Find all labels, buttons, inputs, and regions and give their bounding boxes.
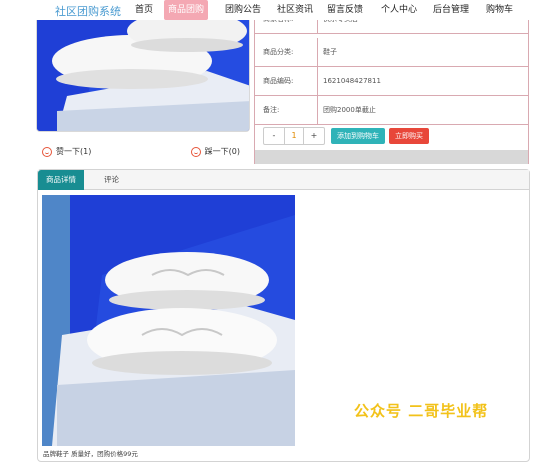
purchase-actions: - 1 + 添加到购物车 立即购买 bbox=[255, 124, 528, 150]
product-info-table: 商家名称: 快乐专卖店 商品分类: 鞋子 商品编码: 1621048427811… bbox=[254, 0, 529, 164]
detail-product-image bbox=[42, 195, 295, 446]
nav-item-community-news[interactable]: 社区资讯 bbox=[273, 0, 317, 20]
info-row-remark: 备注: 团购2000单截止 bbox=[255, 96, 528, 125]
smile-icon bbox=[42, 146, 52, 157]
product-image bbox=[37, 1, 249, 131]
nav-item-admin[interactable]: 后台管理 bbox=[429, 0, 473, 20]
like-button[interactable]: 赞一下(1) bbox=[42, 146, 91, 157]
nav-item-profile[interactable]: 个人中心 bbox=[377, 0, 421, 20]
info-label: 商品编码: bbox=[263, 77, 294, 85]
frown-icon bbox=[190, 146, 201, 157]
detail-caption: 品牌鞋子 质量好，团购价格99元 bbox=[43, 450, 138, 458]
nav-item-cart[interactable]: 购物车 bbox=[482, 0, 517, 20]
tab-comments[interactable]: 评论 bbox=[96, 170, 127, 190]
dislike-button[interactable]: 踩一下(0) bbox=[190, 146, 240, 157]
add-to-cart-button[interactable]: 添加到购物车 bbox=[331, 128, 385, 144]
top-nav: 社区团购系统 首页 商品团购 团购公告 社区资讯 留言反馈 个人中心 后台管理 … bbox=[0, 0, 554, 20]
tab-product-detail[interactable]: 商品详情 bbox=[38, 170, 84, 190]
info-value: 团购2000单截止 bbox=[323, 106, 376, 114]
cell-divider bbox=[317, 67, 318, 95]
detail-image-graphic bbox=[42, 195, 295, 446]
site-brand[interactable]: 社区团购系统 bbox=[55, 3, 121, 19]
info-value: 1621048427811 bbox=[323, 77, 381, 85]
info-label: 商品分类: bbox=[263, 48, 294, 56]
info-footer-strip bbox=[255, 150, 528, 164]
tab-bar: 商品详情 评论 bbox=[38, 170, 529, 190]
info-row-code: 商品编码: 1621048427811 bbox=[255, 67, 528, 96]
nav-item-home[interactable]: 首页 bbox=[131, 0, 157, 20]
nav-item-announcement[interactable]: 团购公告 bbox=[221, 0, 265, 20]
info-value: 鞋子 bbox=[323, 48, 337, 56]
info-row-category: 商品分类: 鞋子 bbox=[255, 38, 528, 67]
nav-item-feedback[interactable]: 留言反馈 bbox=[323, 0, 367, 20]
stepper-plus-button[interactable]: + bbox=[304, 128, 324, 144]
quantity-input[interactable]: 1 bbox=[284, 128, 304, 144]
cell-divider bbox=[317, 96, 318, 124]
stepper-minus-button[interactable]: - bbox=[264, 128, 284, 144]
buy-now-button[interactable]: 立即购买 bbox=[389, 128, 429, 144]
nav-item-group-buy[interactable]: 商品团购 bbox=[164, 0, 209, 20]
dislike-label: 踩一下(0) bbox=[204, 147, 240, 156]
quantity-stepper: - 1 + bbox=[263, 127, 325, 145]
like-label: 赞一下(1) bbox=[56, 147, 92, 156]
cell-divider bbox=[317, 38, 318, 66]
vote-row: 赞一下(1) 踩一下(0) bbox=[36, 142, 250, 162]
watermark-text: 公众号 二哥毕业帮 bbox=[354, 402, 489, 420]
info-label: 备注: bbox=[263, 106, 280, 114]
